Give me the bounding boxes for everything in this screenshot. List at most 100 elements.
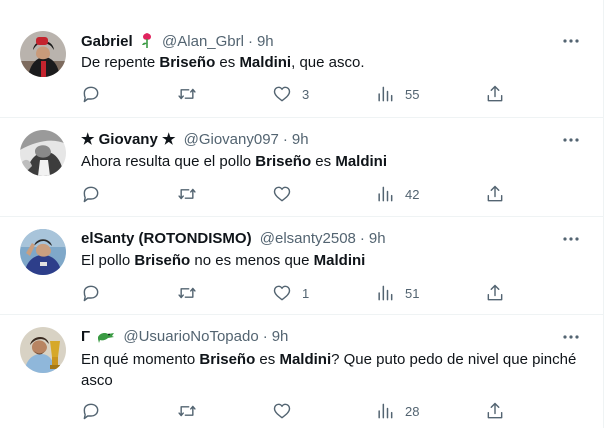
action-bar: 1 51 [81, 283, 511, 303]
text-bold: Maldini [313, 252, 366, 269]
reply-button[interactable] [81, 401, 111, 421]
like-button[interactable]: 3 [272, 84, 309, 104]
timeline: Gabriel @Alan_Gbrl · 9h De repente Briseño… [0, 0, 604, 428]
avatar[interactable] [20, 31, 66, 77]
retweet-icon [178, 405, 196, 417]
avatar[interactable] [20, 130, 66, 176]
text-segment: , que asco. [291, 54, 365, 71]
more-options-icon[interactable] [561, 327, 581, 347]
avatar-image [20, 229, 66, 275]
analytics-icon [378, 403, 393, 419]
separator-dot: · [262, 328, 268, 345]
timestamp[interactable]: 9h [369, 230, 386, 247]
author-handle[interactable]: @elsanty2508 [260, 230, 356, 247]
views-button[interactable]: 55 [375, 84, 419, 104]
retweet-button[interactable] [177, 401, 207, 421]
share-icon [487, 402, 503, 419]
text-segment: El pollo [81, 252, 135, 269]
more-options-icon[interactable] [561, 130, 581, 150]
like-button[interactable] [272, 401, 302, 421]
reply-icon [83, 285, 99, 302]
author-name[interactable]: ★ Giovany ★ [81, 131, 175, 148]
author-handle[interactable]: @Giovany097 [184, 131, 279, 148]
timestamp[interactable]: 9h [292, 131, 309, 148]
share-button[interactable] [485, 184, 505, 204]
tweet-text: El pollo Briseño no es menos que Maldini [81, 250, 586, 271]
analytics-icon [378, 86, 393, 102]
avatar-image [20, 31, 66, 77]
like-button[interactable]: 1 [272, 283, 309, 303]
more-options-icon[interactable] [561, 229, 581, 249]
reply-icon [83, 186, 99, 203]
text-segment: En qué momento [81, 351, 200, 368]
tweet[interactable]: elSanty (ROTONDISMO) @elsanty2508 · 9h El … [0, 217, 603, 315]
separator-dot: · [359, 230, 365, 247]
share-button[interactable] [485, 283, 505, 303]
share-button[interactable] [485, 401, 505, 421]
avatar[interactable] [20, 327, 66, 373]
author-handle[interactable]: @UsuarioNoTopado [123, 328, 258, 345]
text-bold: Maldini [279, 351, 332, 368]
reply-button[interactable] [81, 84, 111, 104]
reply-icon [83, 86, 99, 103]
heart-icon [273, 403, 291, 419]
reply-button[interactable] [81, 184, 111, 204]
text-segment: es [215, 54, 240, 71]
view-count: 28 [405, 403, 420, 419]
share-icon [487, 185, 503, 202]
tweet-header: Gabriel @Alan_Gbrl · 9h [81, 31, 274, 51]
author-name[interactable]: Γ [81, 328, 90, 345]
avatar-image [20, 130, 66, 176]
text-segment: es [255, 351, 280, 368]
retweet-icon [178, 188, 196, 200]
share-icon [487, 284, 503, 301]
crocodile-icon [97, 328, 115, 350]
separator-dot: · [282, 131, 288, 148]
action-bar: 42 [81, 184, 511, 204]
text-segment: no es menos que [190, 252, 314, 269]
timestamp[interactable]: 9h [257, 33, 274, 50]
view-count: 55 [405, 86, 420, 102]
text-bold: Briseño [134, 252, 191, 269]
author-name[interactable]: elSanty (ROTONDISMO) [81, 230, 252, 247]
retweet-button[interactable] [177, 283, 207, 303]
text-bold: Briseño [199, 351, 256, 368]
tweet[interactable]: ★ Giovany ★ @Giovany097 · 9h Ahora resulta… [0, 118, 603, 217]
like-button[interactable] [272, 184, 302, 204]
view-count: 42 [405, 186, 420, 202]
reply-button[interactable] [81, 283, 111, 303]
heart-icon [273, 285, 291, 301]
retweet-button[interactable] [177, 184, 207, 204]
views-button[interactable]: 42 [375, 184, 419, 204]
avatar[interactable] [20, 229, 66, 275]
tweet[interactable]: Gabriel @Alan_Gbrl · 9h De repente Briseño… [0, 0, 603, 118]
timestamp[interactable]: 9h [272, 328, 289, 345]
heart-icon [273, 86, 291, 102]
like-count: 1 [302, 285, 310, 301]
text-bold: Briseño [159, 54, 216, 71]
reply-icon [83, 403, 99, 420]
analytics-icon [378, 285, 393, 301]
view-count: 51 [405, 285, 420, 301]
tweet-header: Γ @UsuarioNoTopado · 9h [81, 327, 288, 347]
views-button[interactable]: 28 [375, 401, 419, 421]
tweet-text: Ahora resulta que el pollo Briseño es Ma… [81, 151, 586, 172]
separator-dot: · [247, 33, 253, 50]
avatar-image [20, 327, 66, 373]
author-handle[interactable]: @Alan_Gbrl [162, 33, 244, 50]
tweet[interactable]: Γ @UsuarioNoTopado · 9h En qué momento Bri… [0, 315, 603, 428]
views-button[interactable]: 51 [375, 283, 419, 303]
text-bold: Briseño [255, 153, 312, 170]
text-bold: Maldini [335, 153, 387, 170]
tweet-header: elSanty (ROTONDISMO) @elsanty2508 · 9h [81, 229, 386, 249]
retweet-icon [178, 88, 196, 100]
text-segment: De repente [81, 54, 160, 71]
heart-icon [273, 186, 291, 202]
like-count: 3 [302, 86, 310, 102]
author-name[interactable]: Gabriel [81, 33, 133, 50]
action-bar: 3 55 [81, 84, 511, 104]
share-button[interactable] [485, 84, 505, 104]
retweet-button[interactable] [177, 84, 207, 104]
tweet-text: En qué momento Briseño es Maldini? Que p… [81, 349, 596, 391]
more-options-icon[interactable] [561, 31, 581, 51]
